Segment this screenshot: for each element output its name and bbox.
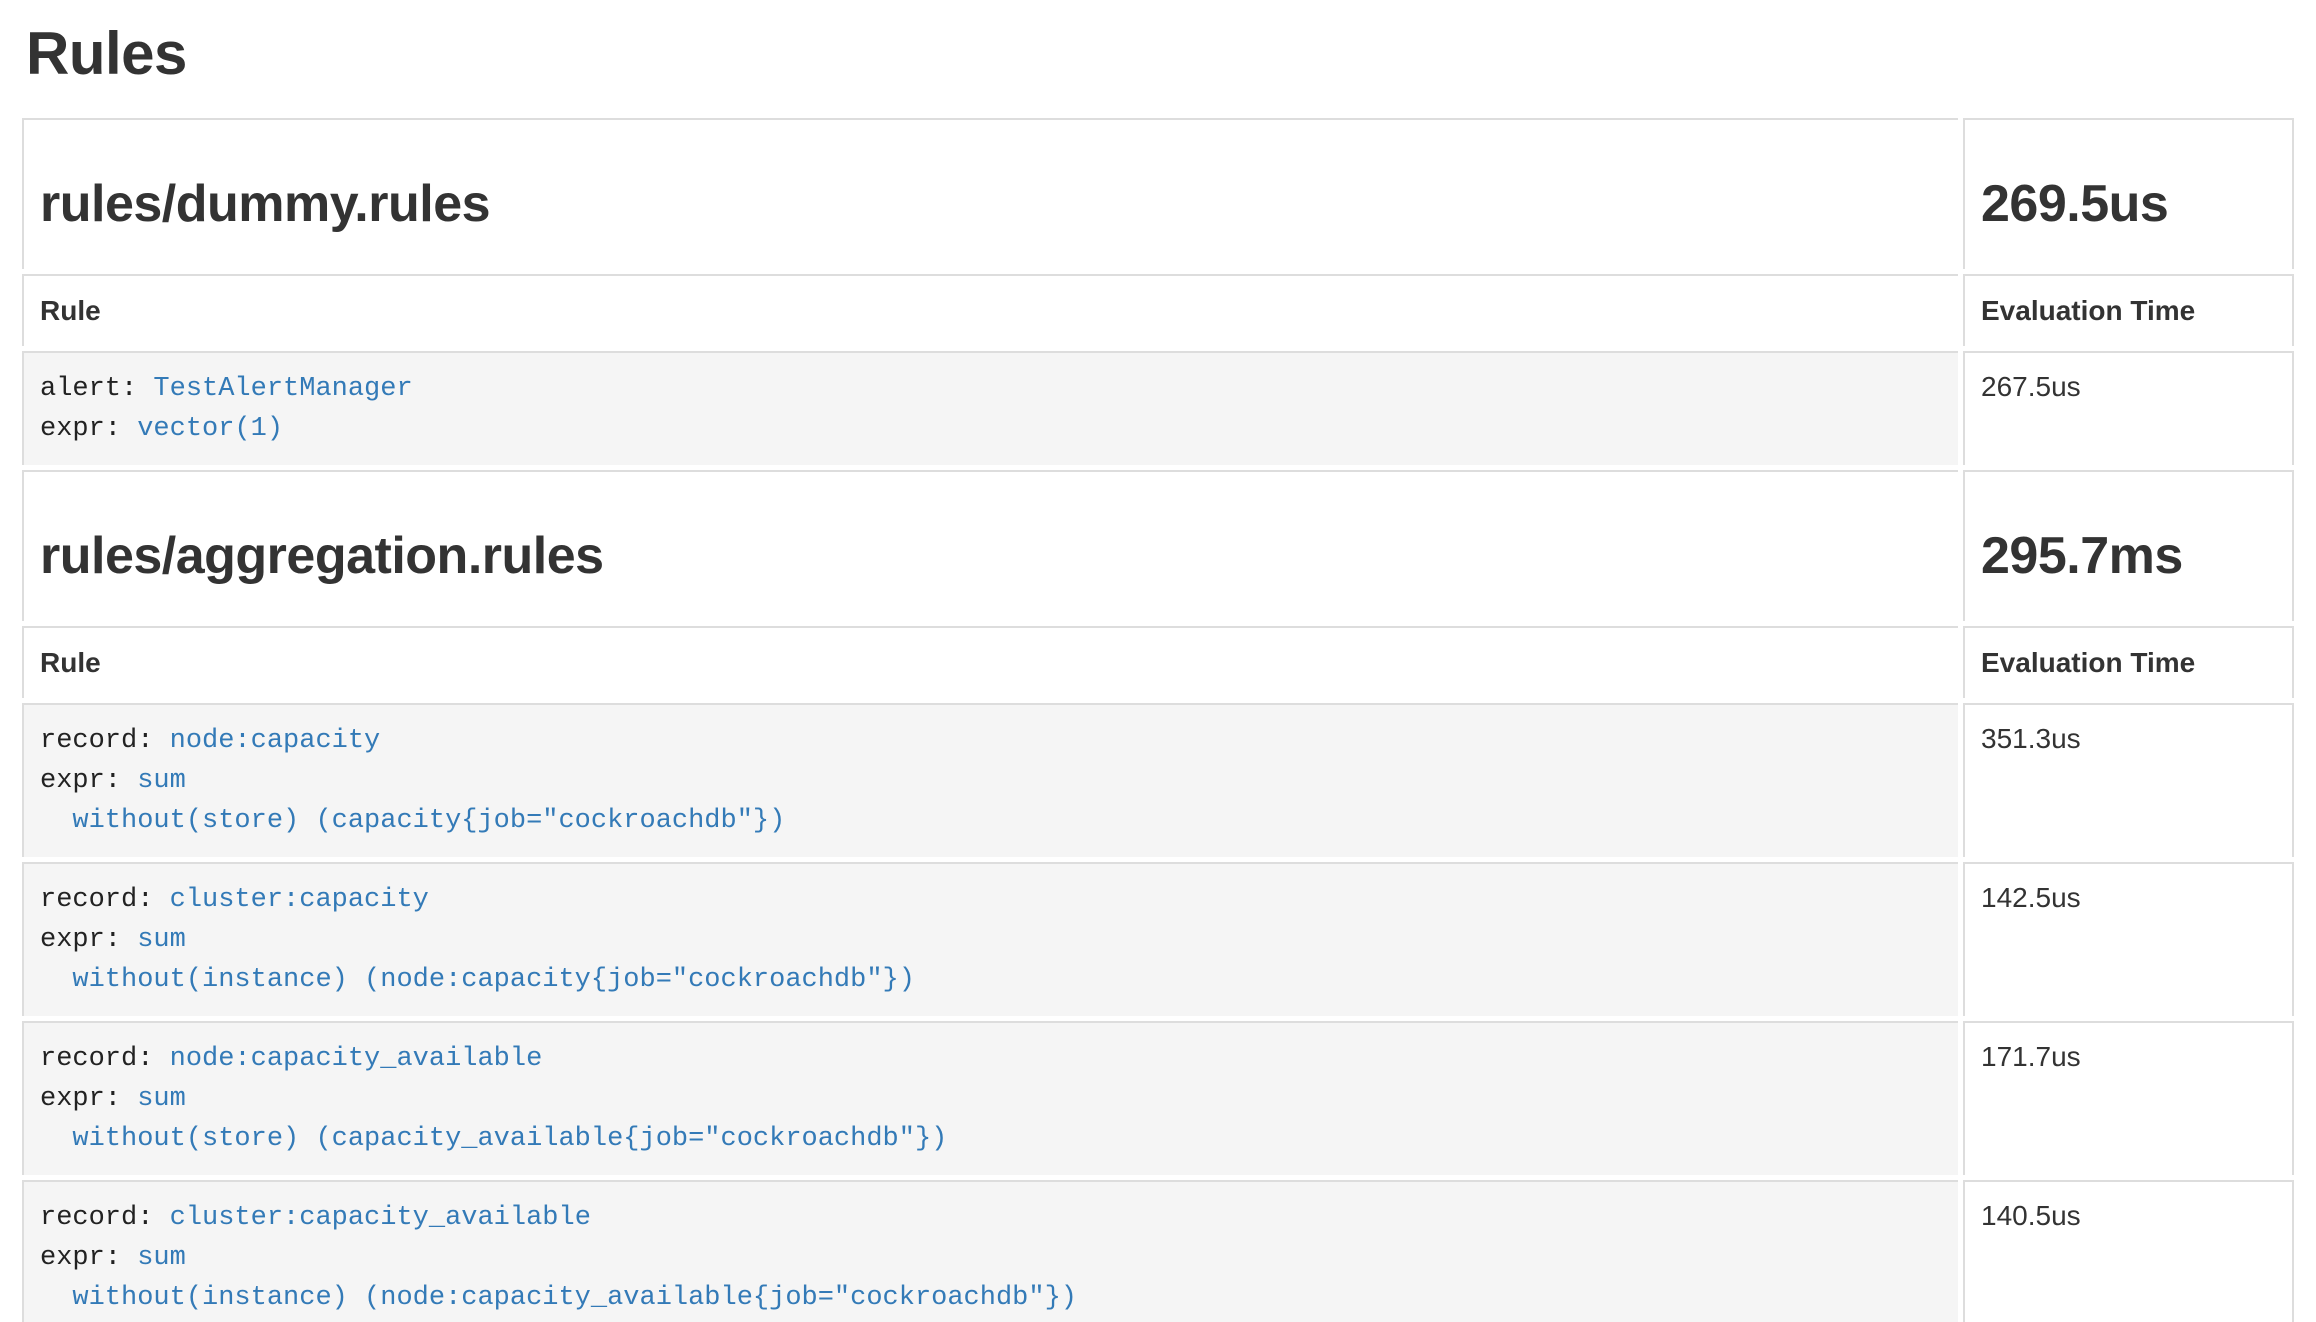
rule-group-total-eval-time: 269.5us: [1981, 176, 2276, 233]
rule-code-line: without(instance) (node:capacity_availab…: [40, 1278, 1942, 1318]
rule-column-header: Rule: [22, 274, 1958, 346]
rule-expr-link[interactable]: sum: [137, 1084, 186, 1114]
rule-expr-link[interactable]: without(instance) (node:capacity{job="co…: [40, 965, 915, 995]
rules-table: rules/dummy.rules 269.5us Rule Evaluatio…: [17, 113, 2299, 1322]
rule-definition-cell: alert: TestAlertManagerexpr: vector(1): [22, 351, 1958, 465]
rule-keyword-text: record:: [40, 726, 170, 756]
rule-expr-link[interactable]: without(store) (capacity_available{job="…: [40, 1124, 947, 1154]
rule-group-header-row: rules/dummy.rules 269.5us: [22, 118, 2294, 269]
rule-code-line: alert: TestAlertManager: [40, 369, 1942, 409]
page-title: Rules: [26, 22, 2316, 87]
rule-keyword-text: expr:: [40, 1243, 137, 1273]
rule-code: record: node:capacity_availableexpr: sum…: [40, 1039, 1942, 1159]
rule-code-line: expr: sum: [40, 761, 1942, 801]
rule-code: record: node:capacityexpr: sum without(s…: [40, 721, 1942, 841]
rule-row: record: node:capacityexpr: sum without(s…: [22, 703, 2294, 857]
rule-eval-time: 142.5us: [1963, 862, 2294, 1016]
rule-keyword-text: expr:: [40, 414, 137, 444]
rule-keyword-text: record:: [40, 1203, 170, 1233]
rule-code-line: expr: sum: [40, 1238, 1942, 1278]
rule-expr-link[interactable]: cluster:capacity: [170, 885, 429, 915]
rule-keyword-text: alert:: [40, 374, 153, 404]
rule-code: alert: TestAlertManagerexpr: vector(1): [40, 369, 1942, 449]
rule-keyword-text: expr:: [40, 1084, 137, 1114]
column-header-row: Rule Evaluation Time: [22, 626, 2294, 698]
rule-row: record: cluster:capacity_availableexpr: …: [22, 1180, 2294, 1322]
rule-definition-cell: record: cluster:capacity_availableexpr: …: [22, 1180, 1958, 1322]
rule-code-line: record: cluster:capacity: [40, 880, 1942, 920]
column-header-row: Rule Evaluation Time: [22, 274, 2294, 346]
rule-eval-time: 140.5us: [1963, 1180, 2294, 1322]
rule-code-line: expr: sum: [40, 920, 1942, 960]
rule-expr-link[interactable]: node:capacity: [170, 726, 381, 756]
rule-code-line: record: cluster:capacity_available: [40, 1198, 1942, 1238]
rule-row: record: node:capacity_availableexpr: sum…: [22, 1021, 2294, 1175]
rule-code: record: cluster:capacity_availableexpr: …: [40, 1198, 1942, 1318]
rule-keyword-text: expr:: [40, 925, 137, 955]
rule-keyword-text: expr:: [40, 766, 137, 796]
rule-definition-cell: record: cluster:capacityexpr: sum withou…: [22, 862, 1958, 1016]
rule-row: record: cluster:capacityexpr: sum withou…: [22, 862, 2294, 1016]
eval-time-column-header: Evaluation Time: [1963, 626, 2294, 698]
rule-code-line: record: node:capacity_available: [40, 1039, 1942, 1079]
rule-group-file: rules/dummy.rules: [40, 176, 1942, 233]
rule-definition-cell: record: node:capacityexpr: sum without(s…: [22, 703, 1958, 857]
rule-code-line: without(store) (capacity_available{job="…: [40, 1119, 1942, 1159]
rule-expr-link[interactable]: sum: [137, 1243, 186, 1273]
rule-code-line: record: node:capacity: [40, 721, 1942, 761]
rule-group-total-eval-time: 295.7ms: [1981, 528, 2276, 585]
rule-expr-link[interactable]: vector(1): [137, 414, 283, 444]
rule-code: record: cluster:capacityexpr: sum withou…: [40, 880, 1942, 1000]
rule-row: alert: TestAlertManagerexpr: vector(1) 2…: [22, 351, 2294, 465]
rule-expr-link[interactable]: TestAlertManager: [153, 374, 412, 404]
rule-expr-link[interactable]: sum: [137, 925, 186, 955]
rule-expr-link[interactable]: sum: [137, 766, 186, 796]
rule-eval-time: 171.7us: [1963, 1021, 2294, 1175]
rule-expr-link[interactable]: node:capacity_available: [170, 1044, 543, 1074]
rule-expr-link[interactable]: cluster:capacity_available: [170, 1203, 591, 1233]
rule-code-line: without(instance) (node:capacity{job="co…: [40, 960, 1942, 1000]
rule-code-line: without(store) (capacity{job="cockroachd…: [40, 801, 1942, 841]
rule-code-line: expr: vector(1): [40, 409, 1942, 449]
rule-eval-time: 267.5us: [1963, 351, 2294, 465]
rule-column-header: Rule: [22, 626, 1958, 698]
rule-code-line: expr: sum: [40, 1079, 1942, 1119]
rule-group-header-row: rules/aggregation.rules 295.7ms: [22, 470, 2294, 621]
rule-definition-cell: record: node:capacity_availableexpr: sum…: [22, 1021, 1958, 1175]
rule-keyword-text: record:: [40, 1044, 170, 1074]
rule-expr-link[interactable]: without(instance) (node:capacity_availab…: [40, 1283, 1077, 1313]
rule-expr-link[interactable]: without(store) (capacity{job="cockroachd…: [40, 806, 785, 836]
rule-keyword-text: record:: [40, 885, 170, 915]
rule-eval-time: 351.3us: [1963, 703, 2294, 857]
eval-time-column-header: Evaluation Time: [1963, 274, 2294, 346]
rule-group-file: rules/aggregation.rules: [40, 528, 1942, 585]
